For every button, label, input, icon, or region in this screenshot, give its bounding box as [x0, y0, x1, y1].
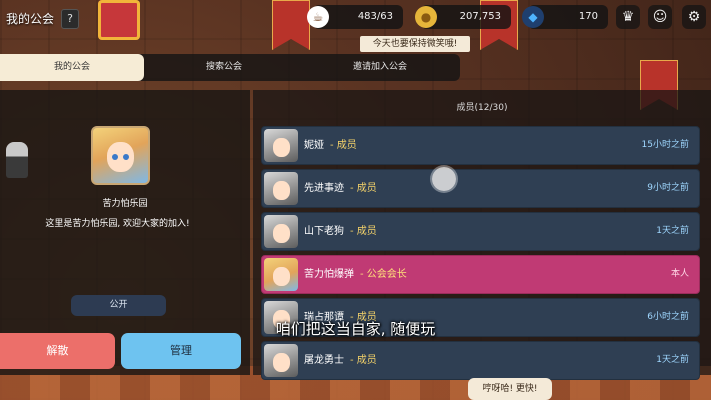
member-role: - 成员	[330, 140, 357, 151]
member-role: - 成员	[350, 226, 377, 237]
diamond-icon: ◆	[522, 6, 544, 28]
guild-crest-icon	[98, 0, 140, 40]
member-avatar	[264, 172, 298, 205]
trophy-shield-icon[interactable]: ♛	[616, 5, 640, 29]
member-row[interactable]: 先进事迹 - 成员 9小时之前	[261, 169, 700, 208]
gold-value: 207,753	[459, 11, 501, 22]
tab-invite-guild[interactable]: 邀请加入公会	[300, 54, 460, 81]
gear-icon[interactable]: ⚙	[682, 5, 706, 29]
member-role: - 成员	[350, 183, 377, 194]
notice-banner: 今天也要保持微笑哦!	[360, 36, 470, 52]
member-name: 屠龙勇士 - 成员	[304, 355, 377, 366]
tab-my-guild[interactable]: 我的公会	[0, 54, 144, 81]
member-name: 妮娅 - 成员	[304, 140, 357, 151]
member-name: 先进事迹 - 成员	[304, 183, 377, 194]
guild-description: 这里是苦力怕乐园, 欢迎大家的加入!	[45, 219, 190, 229]
video-subtitle: 咱们把这当自家, 随便玩	[275, 320, 436, 338]
guild-name: 苦力怕乐园	[102, 199, 148, 209]
member-last-online: 1天之前	[656, 355, 689, 365]
member-last-online: 1天之前	[656, 226, 689, 236]
gold-counter: ● 207,753	[415, 5, 511, 29]
tab-search-guild[interactable]: 搜索公会	[148, 54, 300, 81]
tab-bar: 我的公会 搜索公会 邀请加入公会	[0, 54, 460, 81]
coffee-cup-icon: ☕	[307, 6, 329, 28]
page-title: 我的公会	[6, 12, 55, 26]
member-avatar	[264, 129, 298, 162]
touch-cursor-indicator	[432, 167, 456, 191]
stamina-value: 483/63	[357, 11, 393, 22]
member-name: 苦力怕爆弹 - 公会会长	[304, 269, 407, 280]
speech-bubble: 哼呀哈! 更快!	[468, 378, 552, 400]
public-toggle-button[interactable]: 公开	[71, 295, 166, 316]
members-count-header: 成员(12/30)	[456, 103, 508, 113]
member-last-online: 9小时之前	[647, 183, 689, 193]
member-row[interactable]: 屠龙勇士 - 成员 1天之前	[261, 341, 700, 380]
member-avatar	[264, 258, 298, 291]
stamina-counter: ☕ 483/63	[307, 5, 403, 29]
character-sprite	[6, 142, 28, 178]
member-avatar	[264, 215, 298, 248]
diamond-value: 170	[578, 11, 598, 22]
diamond-counter: ◆ 170	[522, 5, 608, 29]
character-face-icon[interactable]: ☺	[648, 5, 672, 29]
member-role: - 成员	[350, 355, 377, 366]
help-button[interactable]: ?	[61, 9, 79, 29]
member-avatar	[264, 344, 298, 377]
member-last-online: 15小时之前	[641, 140, 689, 150]
avatar-eye	[112, 154, 118, 160]
avatar-eye	[123, 154, 129, 160]
member-row[interactable]: 妮娅 - 成员 15小时之前	[261, 126, 700, 165]
gold-coin-icon: ●	[415, 6, 437, 28]
member-row[interactable]: 山下老狗 - 成员 1天之前	[261, 212, 700, 251]
top-bar: 我的公会 ? ☕ 483/63 ● 207,753 ◆ 170 ♛ ☺ ⚙	[0, 0, 711, 40]
guild-avatar	[91, 126, 150, 185]
member-last-online: 本人	[670, 269, 689, 279]
member-row-leader[interactable]: 苦力怕爆弹 - 公会会长 本人	[261, 255, 700, 294]
member-role: - 公会会长	[360, 269, 407, 280]
member-name: 山下老狗 - 成员	[304, 226, 377, 237]
